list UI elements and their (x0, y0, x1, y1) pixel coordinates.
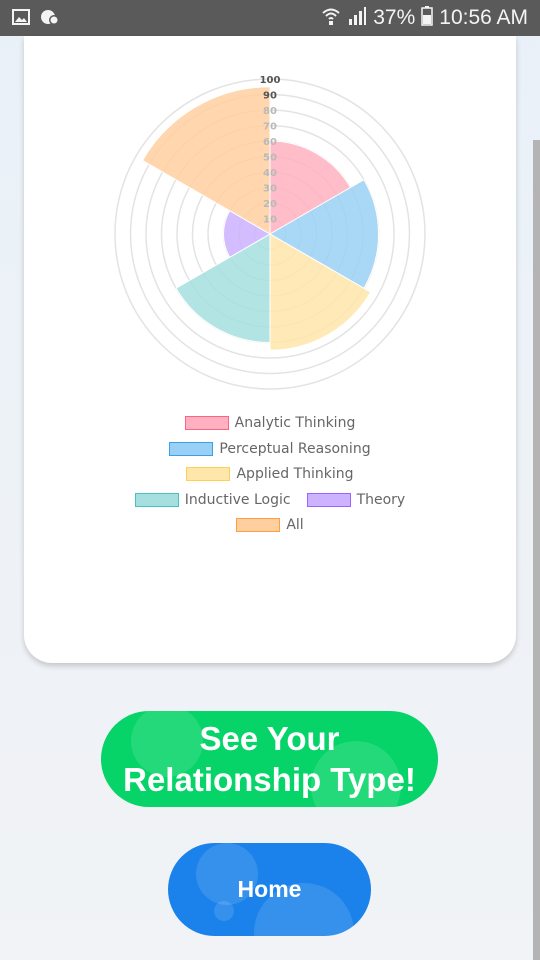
legend-swatch (236, 518, 281, 532)
wifi-icon (321, 6, 341, 30)
legend-item[interactable]: Theory (306, 491, 406, 509)
status-bar: 37% 10:56 AM (0, 0, 540, 36)
r-tick-label: 50 (263, 153, 277, 164)
notification-badge-icon (40, 8, 60, 30)
legend-item[interactable]: Inductive Logic (134, 491, 291, 509)
polar-area-chart: 10 20 30 40 50 60 70 80 90 100 (114, 75, 426, 390)
legend-swatch (169, 441, 214, 456)
legend-item[interactable]: Analytic Thinking (184, 414, 356, 432)
battery-percent: 37% (373, 6, 416, 29)
clock: 10:56 AM (439, 6, 528, 29)
legend-swatch (186, 467, 231, 481)
r-tick-label: 90 (263, 91, 277, 102)
legend-label: Inductive Logic (184, 491, 291, 508)
legend-swatch (134, 492, 179, 507)
r-tick-label: 60 (263, 137, 277, 148)
r-tick-label: 70 (263, 122, 277, 133)
legend-label: Analytic Thinking (234, 415, 356, 431)
battery-icon (421, 6, 434, 30)
r-tick-label: 40 (263, 168, 277, 179)
decorative-bubble (214, 901, 234, 921)
wedge-inductive-logic[interactable] (175, 233, 271, 344)
chart-card: 10 20 30 40 50 60 70 80 90 100 Analytic Thinking P… (24, 36, 516, 663)
wedge-all[interactable] (141, 86, 271, 235)
signal-icon (347, 6, 367, 30)
home-label: Home (237, 876, 302, 902)
home-button[interactable]: Home (168, 843, 371, 936)
r-tick-label: 10 (263, 215, 277, 226)
legend-swatch (306, 492, 351, 507)
r-tick-label: 80 (263, 106, 277, 117)
legend-item[interactable]: Applied Thinking (186, 465, 354, 483)
legend-label: Perceptual Reasoning (219, 440, 371, 457)
legend-label: Theory (356, 491, 406, 508)
see-relationship-type-label: See Your Relationship Type! (123, 718, 416, 800)
r-tick-label: 20 (263, 199, 277, 210)
image-icon (12, 9, 30, 29)
relationship-line-1: See Your (199, 720, 340, 757)
legend-label: All (286, 517, 304, 533)
legend-item[interactable]: Perceptual Reasoning (169, 440, 371, 458)
r-tick-label: 100 (260, 75, 281, 86)
scrollbar[interactable] (533, 140, 540, 960)
legend-swatch (184, 416, 229, 430)
see-relationship-type-button[interactable]: See Your Relationship Type! (101, 711, 438, 807)
legend-label: Applied Thinking (236, 466, 354, 482)
r-tick-label: 30 (263, 184, 277, 195)
legend-item[interactable]: All (236, 516, 304, 534)
relationship-line-2: Relationship Type! (123, 761, 416, 798)
